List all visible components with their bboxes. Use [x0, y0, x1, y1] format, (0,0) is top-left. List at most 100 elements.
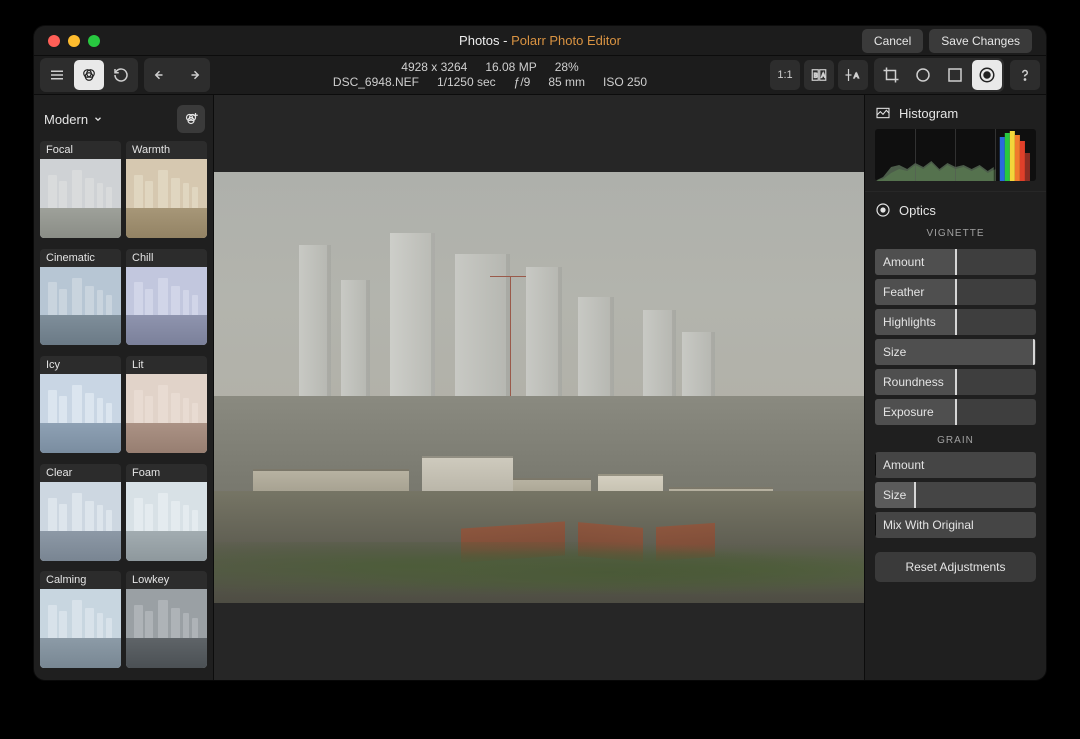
optics-panel-icon[interactable]: [972, 60, 1002, 90]
radial-mask-icon[interactable]: [908, 60, 938, 90]
meta-dimensions: 4928 x 3264: [401, 60, 467, 75]
meta-shutter: 1/1250 sec: [437, 75, 496, 90]
ratio-button[interactable]: 1:1: [770, 60, 800, 90]
filter-label: Chill: [126, 249, 207, 267]
filter-thumb-warmth[interactable]: Warmth: [126, 141, 207, 238]
filter-label: Cinematic: [40, 249, 121, 267]
vignette-slider-highlights[interactable]: Highlights: [875, 309, 1036, 335]
optics-icon: [875, 202, 891, 218]
filter-label: Clear: [40, 464, 121, 482]
undo-icon[interactable]: [146, 60, 176, 90]
save-changes-button[interactable]: Save Changes: [929, 29, 1032, 53]
histogram-label: Histogram: [899, 106, 958, 121]
frame-icon[interactable]: [940, 60, 970, 90]
vignette-slider-feather[interactable]: Feather: [875, 279, 1036, 305]
cancel-button[interactable]: Cancel: [862, 29, 923, 53]
filter-category-label: Modern: [44, 112, 88, 127]
slider-label: Feather: [883, 285, 924, 299]
histogram-section: Histogram: [865, 95, 1046, 192]
window-controls: [48, 35, 100, 47]
grain-slider-amount[interactable]: Amount: [875, 452, 1036, 478]
slider-label: Size: [883, 488, 906, 502]
image-metadata: 4928 x 3264 16.08 MP 28% DSC_6948.NEF 1/…: [216, 60, 764, 90]
vignette-heading: VIGNETTE: [875, 228, 1036, 239]
filter-label: Lit: [126, 356, 207, 374]
slider-label: Amount: [883, 255, 924, 269]
histogram-graph[interactable]: [875, 129, 1036, 181]
slider-label: Amount: [883, 458, 924, 472]
filter-grid: Focal Warmth Cinematic Chill Icy Lit Clear Foam…: [34, 141, 213, 680]
redo-icon[interactable]: [178, 60, 208, 90]
filter-label: Icy: [40, 356, 121, 374]
meta-aperture: ƒ/9: [514, 75, 531, 90]
vignette-slider-amount[interactable]: Amount: [875, 249, 1036, 275]
add-filter-button[interactable]: [177, 105, 205, 133]
minimize-icon[interactable]: [68, 35, 80, 47]
titlebar-actions: Cancel Save Changes: [862, 29, 1032, 53]
help-icon[interactable]: [1010, 60, 1040, 90]
add-filter-icon: [182, 110, 200, 128]
filter-label: Focal: [40, 141, 121, 159]
svg-text:B: B: [814, 73, 818, 79]
filter-thumb-chill[interactable]: Chill: [126, 249, 207, 346]
hamburger-icon[interactable]: [42, 60, 72, 90]
chevron-down-icon: [93, 114, 103, 124]
filter-thumb-lit[interactable]: Lit: [126, 356, 207, 453]
filter-thumb-focal[interactable]: Focal: [40, 141, 121, 238]
filters-mode-icon[interactable]: [74, 60, 104, 90]
reset-adjustments-button[interactable]: Reset Adjustments: [875, 552, 1036, 582]
filters-header: Modern: [34, 95, 213, 141]
toolbar: 4928 x 3264 16.08 MP 28% DSC_6948.NEF 1/…: [34, 56, 1046, 95]
filters-panel: Modern Focal Warmth Cinematic Chill Icy Lit Cl…: [34, 95, 214, 680]
slider-label: Roundness: [883, 375, 944, 389]
vignette-slider-size[interactable]: Size: [875, 339, 1036, 365]
grain-slider-mix-with-original[interactable]: Mix With Original: [875, 512, 1036, 538]
slider-label: Highlights: [883, 315, 936, 329]
filter-thumb-cinematic[interactable]: Cinematic: [40, 249, 121, 346]
vignette-slider-exposure[interactable]: Exposure: [875, 399, 1036, 425]
svg-text:A: A: [854, 71, 859, 80]
filter-thumb-lowkey[interactable]: Lowkey: [126, 571, 207, 668]
canvas-area: [214, 95, 864, 680]
auto-icon[interactable]: A: [838, 60, 868, 90]
optics-header[interactable]: Optics: [875, 202, 1036, 218]
filter-thumb-calming[interactable]: Calming: [40, 571, 121, 668]
history-icon[interactable]: [106, 60, 136, 90]
filter-label: Foam: [126, 464, 207, 482]
meta-megapixels: 16.08 MP: [485, 60, 536, 75]
vignette-slider-roundness[interactable]: Roundness: [875, 369, 1036, 395]
app-window: Photos - Polarr Photo Editor Cancel Save…: [34, 26, 1046, 680]
slider-label: Mix With Original: [883, 518, 974, 532]
grain-heading: GRAIN: [865, 435, 1046, 446]
filter-label: Warmth: [126, 141, 207, 159]
close-icon[interactable]: [48, 35, 60, 47]
window-title: Photos - Polarr Photo Editor: [459, 33, 621, 48]
filter-label: Lowkey: [126, 571, 207, 589]
svg-text:A: A: [821, 73, 825, 79]
filter-thumb-clear[interactable]: Clear: [40, 464, 121, 561]
slider-label: Exposure: [883, 405, 934, 419]
title-app: Photos: [459, 33, 499, 48]
right-panel-group: [874, 58, 1004, 92]
titlebar: Photos - Polarr Photo Editor Cancel Save…: [34, 26, 1046, 56]
filter-thumb-icy[interactable]: Icy: [40, 356, 121, 453]
filter-label: Calming: [40, 571, 121, 589]
filter-thumb-foam[interactable]: Foam: [126, 464, 207, 561]
slider-label: Size: [883, 345, 906, 359]
undo-redo-group: [144, 58, 210, 92]
filter-category-dropdown[interactable]: Modern: [44, 112, 103, 127]
compare-icon[interactable]: BA: [804, 60, 834, 90]
optics-section: Optics VIGNETTE: [865, 192, 1046, 249]
meta-filename: DSC_6948.NEF: [333, 75, 419, 90]
grain-slider-size[interactable]: Size: [875, 482, 1036, 508]
image-canvas[interactable]: [214, 172, 864, 603]
histogram-icon: [875, 105, 891, 121]
vignette-sliders: Amount Feather Highlights Size Roundness Expo…: [865, 249, 1046, 425]
fullscreen-icon[interactable]: [88, 35, 100, 47]
body: Modern Focal Warmth Cinematic Chill Icy Lit Cl…: [34, 95, 1046, 680]
sidebar-mode-group: [40, 58, 138, 92]
title-sub: Polarr Photo Editor: [511, 33, 621, 48]
optics-label: Optics: [899, 203, 936, 218]
view-options-group: 1:1 BA A: [770, 60, 868, 90]
crop-icon[interactable]: [876, 60, 906, 90]
